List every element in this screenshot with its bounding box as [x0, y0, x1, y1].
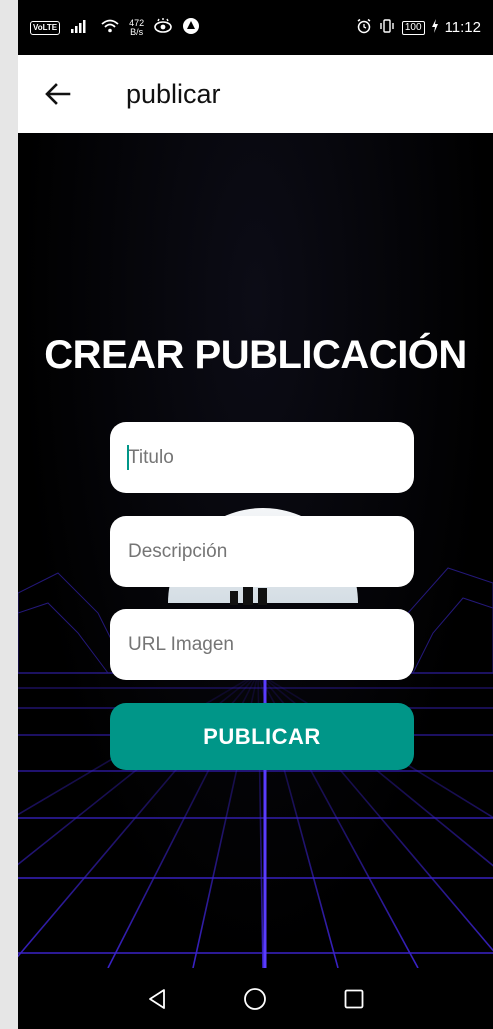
clock: 11:12	[444, 19, 481, 36]
publish-button[interactable]: PUBLICAR	[110, 703, 414, 770]
signal-icon	[69, 18, 91, 38]
vibrate-icon	[378, 18, 396, 38]
description-input[interactable]	[110, 516, 414, 587]
arrow-left-icon[interactable]	[28, 55, 88, 133]
back-triangle-icon[interactable]	[142, 984, 172, 1014]
app-bar: publicar	[18, 55, 493, 133]
net-speed-unit: B/s	[130, 26, 144, 37]
system-nav-bar	[18, 968, 493, 1029]
phone-screen: VoLTE 472 B/s 100 11:12 publicar CREAR P…	[18, 0, 493, 1029]
status-bar: VoLTE 472 B/s 100 11:12	[18, 0, 493, 55]
charging-icon	[431, 18, 439, 37]
app-icon	[182, 17, 200, 39]
battery-icon: 100	[401, 20, 425, 35]
image-url-input[interactable]	[110, 609, 414, 680]
alarm-icon	[356, 18, 372, 38]
net-speed: 472 B/s	[129, 18, 144, 37]
page-title: publicar	[126, 78, 221, 109]
home-circle-icon[interactable]	[240, 984, 270, 1014]
wifi-icon	[100, 18, 120, 38]
recents-square-icon[interactable]	[339, 984, 369, 1014]
title-input[interactable]	[110, 422, 414, 493]
form-heading: CREAR PUBLICACIÓN	[44, 333, 467, 377]
eye-icon	[153, 17, 173, 38]
text-cursor	[127, 445, 129, 470]
carrier-badge: VoLTE	[30, 20, 61, 35]
